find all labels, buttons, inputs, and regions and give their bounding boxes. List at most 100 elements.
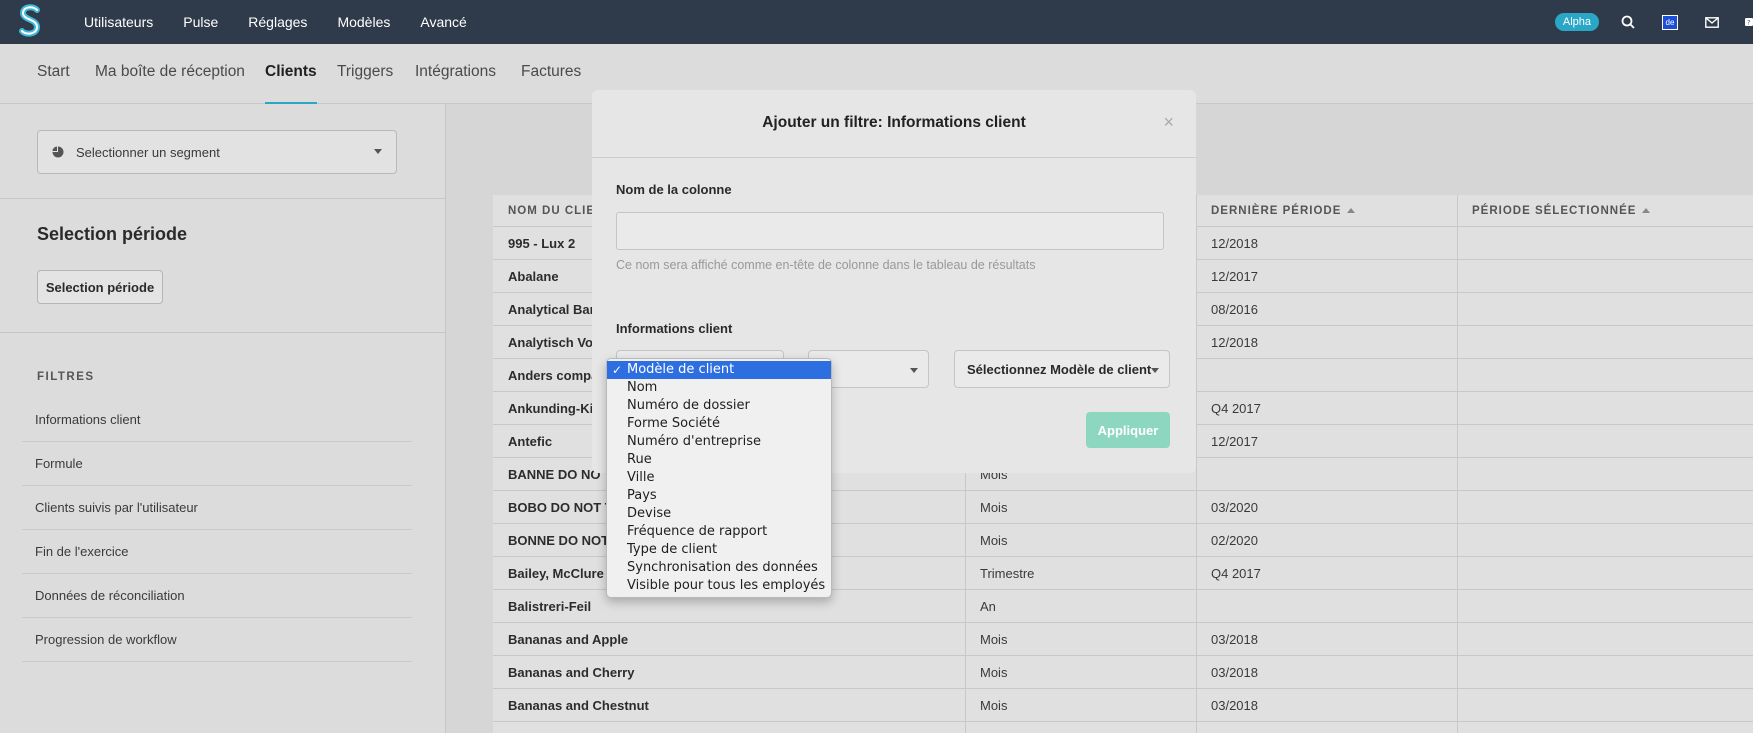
app-logo-icon[interactable] [17, 2, 43, 40]
dropdown-option[interactable]: Type de client [607, 541, 831, 559]
nav-pulse[interactable]: Pulse [183, 14, 218, 30]
segment-select-label: Selectionner un segment [76, 144, 220, 160]
top-navbar: Utilisateurs Pulse Réglages Modèles Avan… [0, 0, 1753, 44]
dropdown-option[interactable]: Visible pour tous les employés [607, 577, 831, 595]
search-icon[interactable] [1619, 13, 1637, 31]
help-icon[interactable]: ? [1745, 13, 1753, 31]
frequency-cell: Trimestre [980, 566, 1035, 581]
dropdown-option[interactable]: Rue [607, 451, 831, 469]
dropdown-option-label: Rue [627, 452, 652, 467]
tab-factures[interactable]: Factures [521, 44, 581, 104]
last-period-cell: Q4 2017 [1211, 401, 1261, 416]
tab-start[interactable]: Start [37, 44, 70, 104]
nav-utilisateurs[interactable]: Utilisateurs [84, 14, 153, 30]
dropdown-option[interactable]: Numéro de dossier [607, 397, 831, 415]
client-name-cell: Abalane [508, 269, 559, 284]
dropdown-option-label: Forme Société [627, 416, 720, 431]
alpha-badge: Alpha [1554, 13, 1599, 31]
modal-title: Ajouter un filtre: Informations client [762, 114, 1026, 131]
last-period-cell: Q4 2017 [1211, 566, 1261, 581]
frequency-cell: Mois [980, 665, 1008, 680]
dropdown-option-label: Fréquence de rapport [627, 524, 768, 539]
frequency-cell: Mois [980, 698, 1008, 713]
client-name-cell: Antefic [508, 434, 553, 449]
frequency-cell: Mois [980, 533, 1008, 548]
dropdown-option[interactable]: Forme Société [607, 415, 831, 433]
nav-reglages[interactable]: Réglages [248, 14, 307, 30]
filter-clients-suivis[interactable]: Clients suivis par l'utilisateur [22, 486, 412, 530]
client-name-cell: Analytisch Vo [508, 335, 594, 350]
filter-formule[interactable]: Formule [22, 442, 412, 486]
filter-donnees-reconciliation[interactable]: Données de réconciliation [22, 574, 412, 618]
client-name-cell: Bananas and Chestnut [508, 698, 649, 713]
last-period-cell: 03/2020 [1211, 500, 1258, 515]
client-name-cell: BOBO DO NOT T [508, 500, 613, 515]
sort-asc-icon [1642, 208, 1651, 214]
frequency-cell: Mois [980, 632, 1008, 647]
dropdown-option[interactable]: Synchronisation des données [607, 559, 831, 577]
header-label: PÉRIODE SÉLECTIONNÉE [1472, 205, 1637, 217]
dropdown-option[interactable]: Numéro d'entreprise [607, 433, 831, 451]
client-name-cell: Bailey, McClure a [508, 566, 615, 581]
dropdown-option[interactable]: Ville [607, 469, 831, 487]
info-label: Informations client [616, 321, 733, 336]
modal-header: Ajouter un filtre: Informations client × [592, 90, 1196, 158]
close-icon[interactable]: × [1163, 112, 1174, 133]
tab-triggers[interactable]: Triggers [337, 44, 393, 104]
dropdown-option[interactable]: Devise [607, 505, 831, 523]
client-name-cell: BANNE DO NO [508, 467, 601, 482]
checkmark-icon: ✓ [612, 363, 623, 377]
table-row[interactable]: Bananas and Apple Mois 03/2018 [493, 623, 1753, 656]
filter-fin-exercice[interactable]: Fin de l'exercice [22, 530, 412, 574]
column-name-hint: Ce nom sera affiché comme en-tête de col… [616, 258, 1036, 272]
nav-avance[interactable]: Avancé [420, 14, 466, 30]
dropdown-option-label: Ville [627, 470, 655, 485]
header-selected-period[interactable]: PÉRIODE SÉLECTIONNÉE [1457, 195, 1651, 227]
dropdown-option-label: Devise [627, 506, 672, 521]
dropdown-option[interactable]: Pays [607, 487, 831, 505]
language-code: de [1662, 14, 1678, 30]
column-name-input[interactable] [616, 212, 1164, 250]
tab-integrations[interactable]: Intégrations [415, 44, 496, 104]
dropdown-option[interactable]: Nom [607, 379, 831, 397]
sort-asc-icon [1347, 208, 1356, 214]
period-button[interactable]: Selection période [37, 270, 163, 304]
tab-inbox[interactable]: Ma boîte de réception [95, 44, 245, 104]
filter-informations-client[interactable]: Informations client [22, 398, 412, 442]
last-period-cell: 02/2020 [1211, 533, 1258, 548]
client-name-cell: Bananas and Apple [508, 632, 629, 647]
frequency-cell: Mois [980, 500, 1008, 515]
client-name-cell: Bananas and Cherry [508, 665, 635, 680]
dropdown-option-label: Nom [627, 380, 658, 395]
header-last-period[interactable]: DERNIÈRE PÉRIODE [1196, 195, 1356, 227]
left-sidebar: Selectionner un segment Selection périod… [0, 104, 446, 733]
dropdown-option-label: Numéro d'entreprise [627, 434, 761, 449]
value-select[interactable]: Sélectionnez Modèle de client [954, 350, 1170, 388]
field-dropdown-list: ✓ Modèle de client Nom Numéro de dossier For… [606, 358, 832, 598]
filters-title: FILTRES [37, 371, 95, 383]
chevron-down-icon [910, 368, 918, 373]
tab-clients[interactable]: Clients [265, 44, 317, 104]
last-period-cell: 03/2018 [1211, 665, 1258, 680]
dropdown-option[interactable]: Fréquence de rapport [607, 523, 831, 541]
dropdown-option-label: Pays [627, 488, 657, 503]
mail-icon[interactable] [1703, 13, 1721, 31]
table-row[interactable]: Bananas and Cherry Mois 03/2018 [493, 656, 1753, 689]
last-period-cell: 12/2017 [1211, 269, 1258, 284]
dropdown-option-label: Synchronisation des données [627, 560, 818, 575]
last-period-cell: 12/2018 [1211, 335, 1258, 350]
value-select-label: Sélectionnez Modèle de client [967, 362, 1152, 377]
nav-modeles[interactable]: Modèles [337, 14, 390, 30]
language-flag-icon[interactable]: de [1661, 13, 1679, 31]
table-row[interactable]: Bananas and Chestnut Mois 03/2018 [493, 689, 1753, 722]
apply-button[interactable]: Appliquer [1086, 412, 1170, 448]
last-period-cell: 12/2018 [1211, 236, 1258, 251]
sidebar-divider [0, 332, 446, 333]
filter-progression-workflow[interactable]: Progression de workflow [22, 618, 412, 662]
client-name-cell: Anders compa [508, 368, 599, 383]
segment-select[interactable]: Selectionner un segment [37, 130, 397, 174]
dropdown-option[interactable]: ✓ Modèle de client [607, 361, 831, 379]
last-period-cell: 08/2016 [1211, 302, 1258, 317]
header-label: DERNIÈRE PÉRIODE [1211, 205, 1342, 217]
period-title: Selection période [37, 224, 188, 244]
